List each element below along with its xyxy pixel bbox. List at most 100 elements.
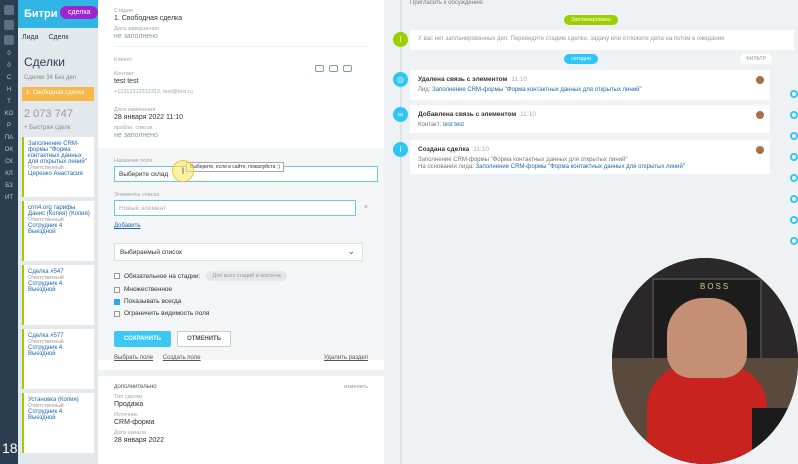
- avatar[interactable]: [756, 76, 764, 84]
- item-time: 11:10: [520, 111, 536, 118]
- checkbox[interactable]: [114, 286, 120, 293]
- client-block: Клиент Контакт test test +12312312312312…: [114, 46, 368, 101]
- timeline-item[interactable]: Создана сделка 11:10 Заполнение CRM-формы…: [410, 140, 770, 174]
- mail-icon[interactable]: [329, 65, 338, 72]
- checkbox[interactable]: [114, 273, 120, 279]
- card-title[interactable]: crm4.org тарифы Данис (Копия) (Копия): [28, 205, 90, 217]
- card-person[interactable]: Церенко Анастасия: [28, 171, 90, 177]
- checkbox[interactable]: [114, 310, 120, 317]
- deal-slider-badge[interactable]: сделка: [60, 6, 99, 19]
- rail-dot-icon[interactable]: [790, 174, 798, 182]
- item-prefix: На основании лида:: [418, 164, 474, 170]
- quick-deal-button[interactable]: + Быстрая сделк: [18, 123, 98, 133]
- remove-item-icon[interactable]: ×: [364, 204, 368, 211]
- rail-dot-icon[interactable]: [790, 216, 798, 224]
- kanban-card[interactable]: Заполнение CRM-формы "Форма контактных д…: [22, 137, 94, 197]
- deal-created-icon: i: [393, 142, 408, 157]
- today-tag: сегодня: [564, 54, 598, 64]
- contact-name[interactable]: test test: [114, 78, 368, 85]
- item-time: 11:10: [511, 76, 528, 83]
- rail-dot-icon[interactable]: [790, 90, 798, 98]
- source-label: Источник: [114, 412, 138, 418]
- timeline-item[interactable]: Удалена связь с элементом 11:10 Лид: Запо…: [410, 70, 770, 100]
- rail-label[interactable]: БЗ: [0, 183, 18, 189]
- rail-label[interactable]: T: [0, 99, 18, 105]
- rail-dot-icon[interactable]: [790, 195, 798, 203]
- avatar[interactable]: [756, 146, 764, 154]
- card-person[interactable]: Сотрудник 4 Выездной: [28, 281, 90, 293]
- card-person[interactable]: Сотрудник 4 Выездной: [28, 409, 90, 421]
- checkbox-checked[interactable]: [114, 298, 120, 305]
- kanban-card[interactable]: Сделка #577 Ответственный Сотрудник 4 Вы…: [22, 329, 94, 389]
- chk-multiple[interactable]: Множественное: [114, 286, 368, 293]
- kanban-card[interactable]: Сделка #547 Ответственный Сотрудник 4 Вы…: [22, 265, 94, 325]
- item-prefix: Контакт:: [418, 122, 442, 128]
- chk-required[interactable]: Обязательное на стадии: Для всех стадий …: [114, 271, 368, 281]
- kanban-card[interactable]: Установка (Копия) Ответственный Сотрудни…: [22, 393, 94, 453]
- delete-section-link[interactable]: Удалить раздел: [324, 355, 368, 361]
- rail-dot-icon[interactable]: [790, 237, 798, 245]
- rail-label[interactable]: ПА: [0, 135, 18, 141]
- chk-restrict[interactable]: Ограничить видимость поля: [114, 310, 368, 317]
- stage-scope-pill[interactable]: Для всех стадий и воронок: [206, 271, 287, 281]
- list-item-input[interactable]: Новый элемент: [114, 200, 356, 216]
- timeline-item[interactable]: Добавлена связь с элементом 11:10 Контакт…: [410, 105, 770, 133]
- cancel-button[interactable]: ОТМЕНИТЬ: [177, 331, 232, 347]
- mail-icon[interactable]: [4, 20, 14, 30]
- presenter-shirt: [647, 363, 767, 464]
- card-title[interactable]: Заполнение CRM-формы "Форма контактных д…: [28, 141, 90, 165]
- add-item-link[interactable]: Добавить: [114, 223, 368, 229]
- start-date-label: Дата начала: [114, 430, 146, 436]
- select-field-link[interactable]: Выбрать поле: [114, 355, 153, 361]
- phone-icon[interactable]: [315, 65, 324, 72]
- stage-label: Стадия: [114, 8, 133, 14]
- tooltip: Выберите, если в сайте, пожалуйста :): [186, 162, 284, 172]
- rail-dot-icon[interactable]: [790, 132, 798, 140]
- rail-label[interactable]: СК: [0, 159, 18, 165]
- chk-restrict-label: Ограничить видимость поля: [124, 310, 210, 317]
- item-link[interactable]: Заполнение CRM-формы "Форма контактных д…: [432, 87, 642, 93]
- deal-stats: Сделки 34 Без дел: [24, 75, 77, 81]
- rail-label[interactable]: КЛ: [0, 171, 18, 177]
- chk-show-always[interactable]: Показывать всегда: [114, 298, 368, 305]
- link-added-icon: ∞: [393, 107, 408, 122]
- stage-header[interactable]: 1. Свободная сделка: [22, 87, 94, 101]
- avatar[interactable]: [756, 111, 764, 119]
- text-cursor-icon: I: [172, 160, 194, 182]
- chat-icon[interactable]: [343, 65, 352, 72]
- source-value: CRM-форма: [114, 419, 155, 426]
- rail-label[interactable]: 0: [0, 51, 18, 57]
- rail-label[interactable]: H: [0, 87, 18, 93]
- invite-discussion[interactable]: Пригласить к обсуждению: [410, 0, 483, 6]
- rail-dot-icon[interactable]: [790, 153, 798, 161]
- filter-icon[interactable]: [4, 35, 14, 45]
- chat-icon[interactable]: [4, 5, 14, 15]
- contact-actions: [310, 65, 352, 74]
- rail-label[interactable]: 0: [0, 63, 18, 69]
- rail-label[interactable]: C: [0, 75, 18, 81]
- webcam-overlay: BOSS: [612, 258, 798, 464]
- create-field-link[interactable]: Создать поле: [163, 355, 201, 361]
- tab-deals[interactable]: Сделк: [48, 34, 68, 41]
- stage-sum: 2 073 747: [24, 108, 73, 120]
- rail-label[interactable]: P: [0, 123, 18, 129]
- rail-label[interactable]: OK: [0, 147, 18, 153]
- item-link[interactable]: Заполнение CRM-формы "Форма контактных д…: [476, 164, 686, 170]
- item-time: 11:10: [473, 146, 490, 153]
- field-type-select[interactable]: Выбираемый список: [114, 243, 363, 261]
- filter-button[interactable]: ФИЛЬТР: [740, 54, 772, 64]
- info-icon: i: [393, 32, 408, 47]
- wall-sign: BOSS: [700, 282, 731, 291]
- card-person[interactable]: Сотрудник 4 Выездной: [28, 223, 90, 235]
- tab-leads[interactable]: Лида: [22, 34, 38, 41]
- item-title: Удалена связь с элементом: [418, 76, 508, 83]
- timeline-line: [400, 0, 402, 464]
- rail-label[interactable]: KO: [0, 111, 18, 117]
- edit-section-link[interactable]: изменить: [344, 384, 368, 390]
- rail-label[interactable]: ИТ: [0, 195, 18, 201]
- item-link[interactable]: test test: [443, 122, 464, 128]
- rail-dot-icon[interactable]: [790, 111, 798, 119]
- kanban-card[interactable]: crm4.org тарифы Данис (Копия) (Копия) От…: [22, 201, 94, 261]
- save-button[interactable]: СОХРАНИТЬ: [114, 331, 172, 347]
- card-person[interactable]: Сотрудник 4 Выездной: [28, 345, 90, 357]
